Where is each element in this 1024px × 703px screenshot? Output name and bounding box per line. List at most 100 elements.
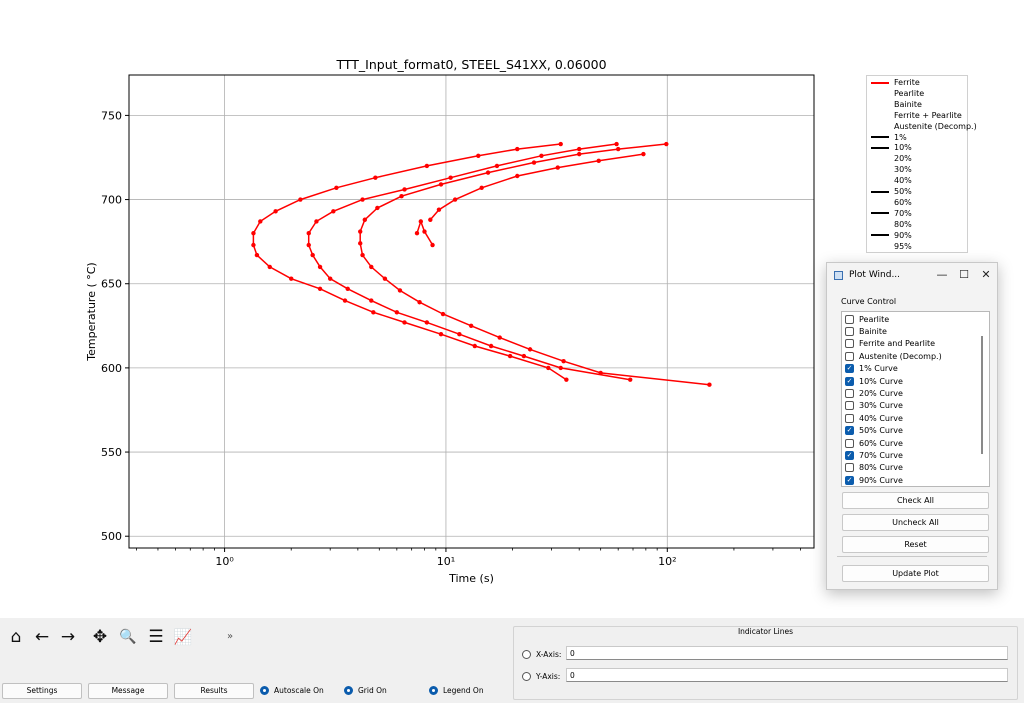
curve-checkbox-item[interactable]: ✓ 90% Curve bbox=[845, 474, 903, 486]
toolbar-overflow-icon[interactable]: » bbox=[220, 627, 240, 647]
legend-swatch bbox=[871, 201, 889, 203]
data-point bbox=[539, 153, 544, 158]
settings-button[interactable]: Settings bbox=[2, 683, 82, 699]
message-button[interactable]: Message bbox=[88, 683, 168, 699]
curve-checkbox-item[interactable]: 80% Curve bbox=[845, 462, 903, 474]
dialog-title-bar[interactable]: Plot Wind... bbox=[827, 263, 997, 287]
data-point bbox=[327, 276, 333, 281]
legend-radio[interactable] bbox=[429, 685, 438, 695]
y-axis-option[interactable]: Y-Axis: bbox=[522, 670, 560, 682]
data-point bbox=[707, 382, 712, 387]
data-point bbox=[457, 332, 462, 337]
legend-option[interactable]: Legend On bbox=[429, 683, 484, 697]
checkbox[interactable]: ✓ bbox=[845, 426, 854, 436]
y-axis-radio[interactable] bbox=[522, 671, 531, 681]
checkbox[interactable] bbox=[845, 351, 854, 361]
legend-label: 10% bbox=[894, 143, 912, 153]
reset-button[interactable]: Reset bbox=[842, 536, 989, 553]
back-arrow-icon[interactable]: ← bbox=[32, 627, 52, 647]
curve-checkbox-item[interactable]: Austenite (Decomp.) bbox=[845, 350, 942, 362]
x-axis-label: X-Axis: bbox=[536, 649, 562, 659]
data-point bbox=[345, 286, 350, 291]
x-tick-label: 10² bbox=[658, 555, 676, 568]
data-point bbox=[452, 197, 458, 202]
checkbox[interactable] bbox=[845, 339, 854, 349]
checkbox-label: 20% Curve bbox=[859, 388, 903, 398]
legend-entry: 60% bbox=[871, 197, 912, 208]
checkbox[interactable]: ✓ bbox=[845, 364, 854, 374]
curve-checkbox-item[interactable]: 60% Curve bbox=[845, 437, 903, 449]
data-point bbox=[417, 300, 422, 305]
autoscale-option[interactable]: Autoscale On bbox=[260, 683, 324, 697]
curve-checkbox-item[interactable]: ✓ 1% Curve bbox=[845, 363, 898, 375]
data-point bbox=[334, 185, 339, 190]
x-axis-radio[interactable] bbox=[522, 649, 531, 659]
series-line-10pct bbox=[252, 143, 567, 381]
legend-label: Austenite (Decomp.) bbox=[894, 121, 977, 131]
home-icon[interactable]: ⌂ bbox=[6, 627, 26, 647]
maximize-icon[interactable]: ☐ bbox=[957, 268, 971, 282]
checkbox[interactable] bbox=[845, 438, 854, 448]
y-axis-input[interactable]: 0 bbox=[566, 668, 1008, 682]
curve-checkbox-item[interactable]: Pearlite bbox=[845, 313, 889, 325]
legend-label: Pearlite bbox=[894, 88, 925, 98]
checkbox[interactable] bbox=[845, 401, 854, 411]
grid-option[interactable]: Grid On bbox=[344, 683, 387, 697]
checkbox-label: 1% Curve bbox=[859, 364, 898, 374]
data-point bbox=[440, 311, 446, 317]
curve-checkbox-item[interactable]: ✓ 70% Curve bbox=[845, 449, 903, 461]
configure-subplots-icon[interactable]: ☰ bbox=[146, 627, 166, 647]
x-axis-option[interactable]: X-Axis: bbox=[522, 648, 561, 660]
uncheck-all-button[interactable]: Uncheck All bbox=[842, 514, 989, 531]
legend-entry: 80% bbox=[871, 219, 912, 230]
checkbox-label: 60% Curve bbox=[859, 438, 903, 448]
x-axis-input[interactable]: 0 bbox=[566, 646, 1008, 660]
legend-swatch bbox=[871, 103, 889, 105]
curve-checkbox-item[interactable]: 40% Curve bbox=[845, 412, 903, 424]
legend-entry: 40% bbox=[871, 175, 912, 186]
curve-checkbox-item[interactable]: ✓ 10% Curve bbox=[845, 375, 903, 387]
data-point bbox=[399, 193, 404, 199]
curve-checkbox-item[interactable]: 30% Curve bbox=[845, 400, 903, 412]
data-point bbox=[448, 175, 453, 180]
data-point bbox=[317, 264, 323, 270]
results-button[interactable]: Results bbox=[174, 683, 254, 699]
pan-icon[interactable]: ✥ bbox=[90, 627, 110, 647]
curve-checkbox-item[interactable]: Bainite bbox=[845, 325, 887, 337]
minimize-icon[interactable]: — bbox=[935, 268, 949, 282]
autoscale-radio[interactable] bbox=[260, 685, 269, 695]
data-point bbox=[531, 160, 537, 165]
curve-checkbox-item[interactable]: 20% Curve bbox=[845, 387, 903, 399]
forward-arrow-icon[interactable]: → bbox=[58, 627, 78, 647]
curve-checklist[interactable]: Pearlite Bainite Ferrite and Pearlite Auste… bbox=[841, 311, 990, 487]
grid-label: Grid On bbox=[358, 685, 387, 695]
legend-swatch bbox=[871, 212, 889, 215]
grid-radio[interactable] bbox=[344, 685, 353, 695]
checkbox[interactable] bbox=[845, 314, 854, 324]
close-icon[interactable]: ✕ bbox=[979, 268, 993, 282]
legend-entry: Ferrite + Pearlite bbox=[871, 110, 962, 121]
x-axis-label: Time (s) bbox=[448, 572, 494, 585]
edit-axis-icon[interactable]: 📈 bbox=[173, 627, 193, 647]
zoom-icon[interactable]: 🔍 bbox=[118, 627, 138, 647]
checkbox[interactable] bbox=[845, 463, 854, 473]
x-tick-label: 10¹ bbox=[437, 555, 455, 568]
curve-checkbox-item[interactable]: ✓ 50% Curve bbox=[845, 425, 903, 437]
checkbox[interactable] bbox=[845, 326, 854, 336]
data-point bbox=[251, 231, 256, 236]
data-point bbox=[382, 276, 388, 281]
checkbox[interactable]: ✓ bbox=[845, 376, 854, 386]
legend-entry: Pearlite bbox=[871, 88, 924, 99]
checkbox-label: Austenite (Decomp.) bbox=[859, 351, 942, 361]
checkbox[interactable]: ✓ bbox=[845, 475, 854, 485]
check-all-button[interactable]: Check All bbox=[842, 492, 989, 509]
data-point bbox=[424, 320, 430, 325]
checkbox[interactable] bbox=[845, 388, 854, 398]
scrollbar-thumb[interactable] bbox=[981, 336, 983, 454]
update-plot-button[interactable]: Update Plot bbox=[842, 565, 989, 582]
checkbox-label: 80% Curve bbox=[859, 463, 903, 473]
curve-checkbox-item[interactable]: Ferrite and Pearlite bbox=[845, 338, 935, 350]
checkbox[interactable] bbox=[845, 413, 854, 423]
checkbox[interactable]: ✓ bbox=[845, 450, 854, 460]
data-point bbox=[369, 264, 374, 270]
